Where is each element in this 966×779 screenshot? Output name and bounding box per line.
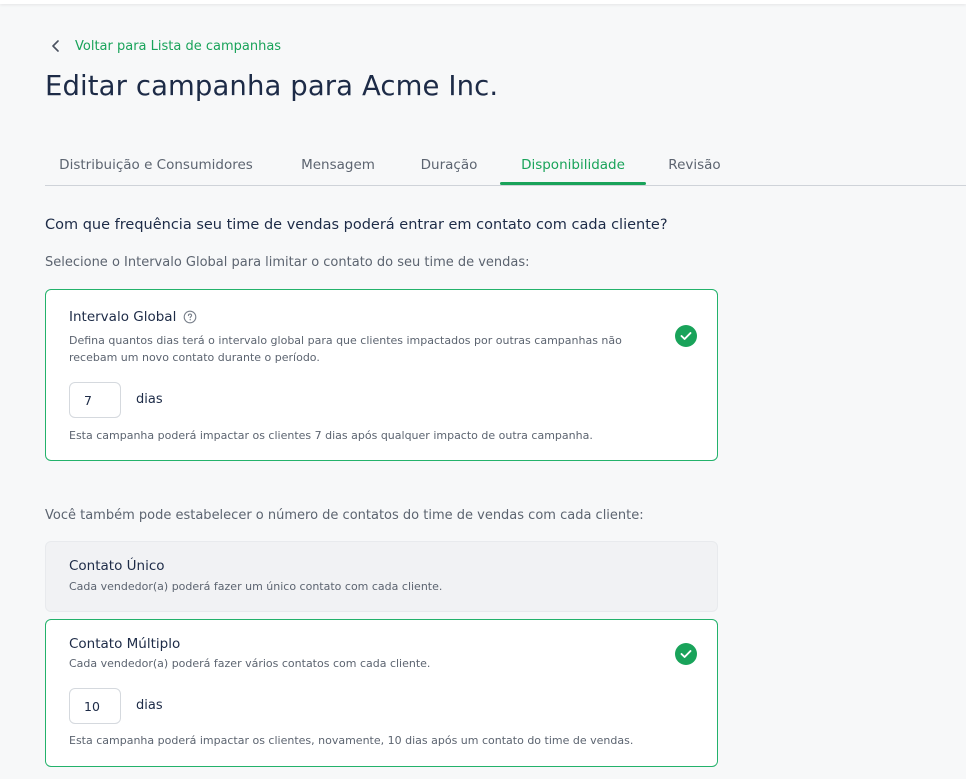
tab-review[interactable]: Revisão bbox=[657, 146, 732, 183]
global-interval-footnote: Esta campanha poderá impactar os cliente… bbox=[69, 429, 593, 442]
multiple-contact-days-input[interactable] bbox=[69, 688, 121, 724]
tab-distribution-consumers[interactable]: Distribuição e Consumidores bbox=[45, 146, 267, 183]
contacts-prompt: Você também pode estabelecer o número de… bbox=[45, 508, 644, 523]
global-interval-prompt: Selecione o Intervalo Global para limita… bbox=[45, 255, 530, 270]
campaign-steps-tabs: Distribuição e Consumidores Mensagem Dur… bbox=[45, 146, 966, 186]
back-link-label: Voltar para Lista de campanhas bbox=[75, 38, 282, 54]
global-interval-days-input[interactable] bbox=[69, 382, 121, 418]
tab-message[interactable]: Mensagem bbox=[289, 146, 387, 183]
global-interval-title: Intervalo Global bbox=[69, 309, 177, 325]
multiple-contact-card[interactable]: Contato Múltiplo Cada vendedor(a) poderá… bbox=[45, 619, 718, 767]
check-circle-icon bbox=[675, 643, 697, 665]
global-interval-unit: dias bbox=[136, 392, 163, 407]
global-interval-title-row: Intervalo Global bbox=[69, 309, 197, 325]
single-contact-title: Contato Único bbox=[69, 558, 165, 574]
single-contact-description: Cada vendedor(a) poderá fazer um único c… bbox=[69, 580, 443, 593]
page-title: Editar campanha para Acme Inc. bbox=[45, 70, 499, 102]
multiple-contact-unit: dias bbox=[136, 698, 163, 713]
edit-campaign-page: Voltar para Lista de campanhas Editar ca… bbox=[0, 0, 966, 779]
back-to-campaigns-link[interactable]: Voltar para Lista de campanhas bbox=[46, 35, 281, 57]
chevron-left-icon bbox=[46, 36, 66, 56]
tab-duration[interactable]: Duração bbox=[408, 146, 490, 183]
single-contact-card[interactable]: Contato Único Cada vendedor(a) poderá fa… bbox=[45, 541, 718, 612]
global-interval-card[interactable]: Intervalo Global Defina quantos dias ter… bbox=[45, 289, 718, 461]
tab-availability[interactable]: Disponibilidade bbox=[500, 146, 646, 185]
check-circle-icon bbox=[675, 325, 697, 347]
multiple-contact-footnote: Esta campanha poderá impactar os cliente… bbox=[69, 734, 634, 747]
question-circle-icon[interactable] bbox=[183, 310, 197, 324]
section-question: Com que frequência seu time de vendas po… bbox=[45, 217, 668, 233]
multiple-contact-title: Contato Múltiplo bbox=[69, 636, 181, 652]
global-interval-description: Defina quantos dias terá o intervalo glo… bbox=[69, 334, 622, 364]
multiple-contact-description: Cada vendedor(a) poderá fazer vários con… bbox=[69, 657, 431, 670]
